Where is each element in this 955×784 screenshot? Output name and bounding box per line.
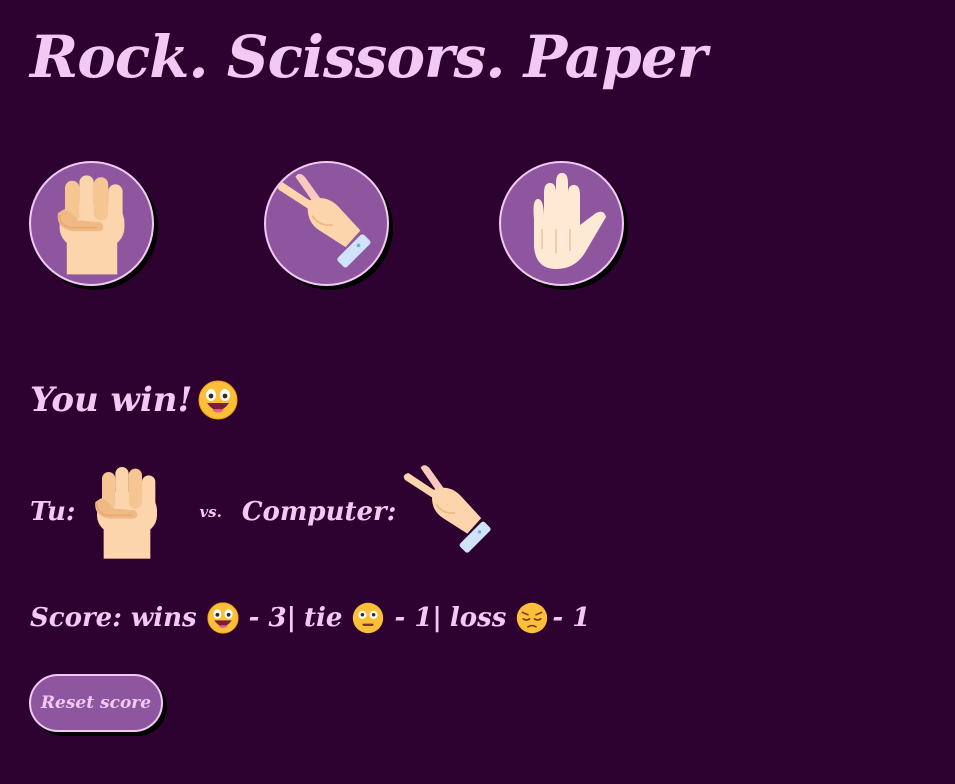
reset-score-button[interactable]: Reset score [29,674,163,732]
score-losses: - 1 [552,603,591,633]
score-tie-label: tie [304,603,343,633]
page-title: Rock. Scissors. Paper [30,23,707,91]
paper-choice-button[interactable] [499,161,624,286]
you-label: Tu: [30,497,76,527]
match-display: Tu: vs. Computer: [30,462,502,562]
result-message: You win! [30,380,238,420]
rock-fist-icon [85,462,169,562]
scissors-hand-icon [271,173,383,275]
vs-label: vs. [199,503,222,521]
neutral-face-icon [352,602,384,634]
paper-hand-icon [512,169,612,279]
grinning-face-icon [198,380,238,420]
pensive-face-icon [516,602,548,634]
score-loss-label: loss [449,603,507,633]
score-prefix: Score: wins [30,603,197,633]
score-line: Score: wins - 3| tie - 1| loss - 1 [30,602,590,634]
result-text: You win! [30,380,193,420]
score-ties: - 1| [394,603,442,633]
scissors-hand-icon [398,464,502,560]
grinning-face-icon [207,602,239,634]
scissors-choice-button[interactable] [264,161,389,286]
computer-label: Computer: [241,497,397,527]
rock-fist-icon [47,170,137,278]
rock-choice-button[interactable] [29,161,154,286]
score-wins: - 3| [248,603,297,633]
